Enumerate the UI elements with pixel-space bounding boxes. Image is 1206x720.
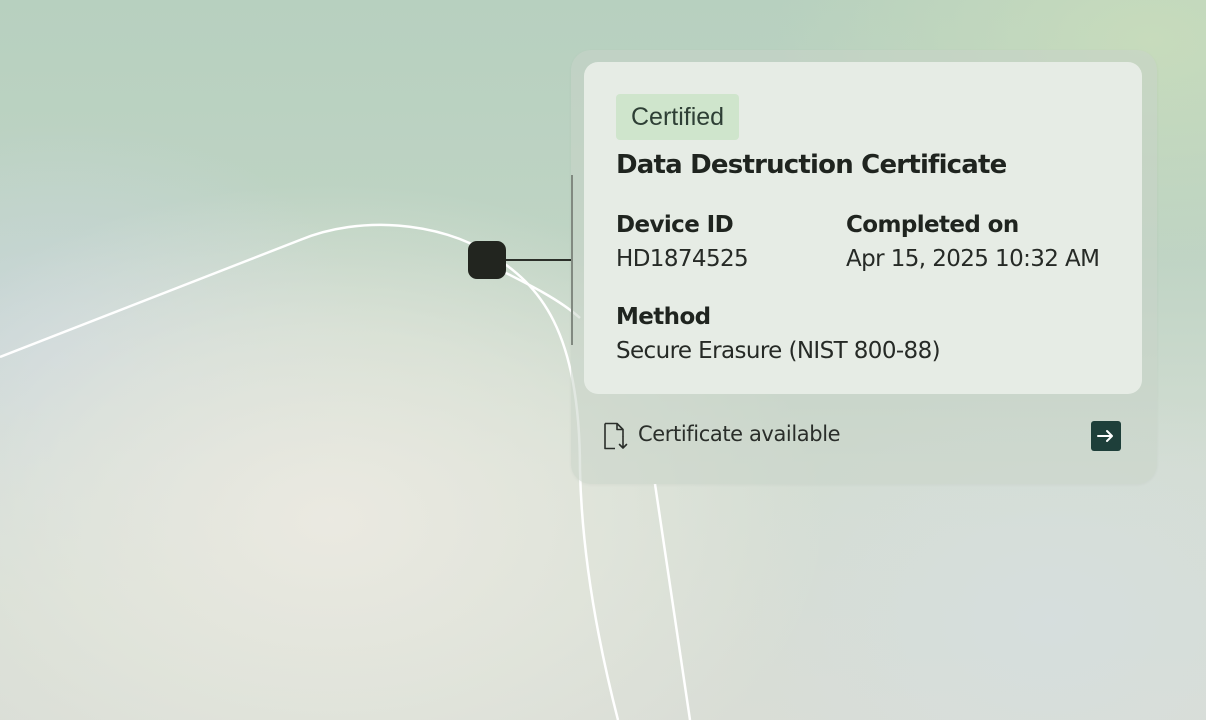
background-canvas: Certified Data Destruction Certificate D… [0, 0, 1206, 720]
status-badge: Certified [616, 94, 740, 140]
completed-on-value: Apr 15, 2025 10:32 AM [846, 246, 1100, 272]
device-id-value: HD1874525 [616, 246, 749, 272]
certificate-title: Data Destruction Certificate [616, 150, 1007, 180]
white-curve-left [0, 223, 620, 720]
white-curve-right [499, 268, 581, 319]
file-download-icon [603, 422, 629, 450]
certificate-available-text: Certificate available [638, 422, 841, 446]
open-certificate-button[interactable] [1091, 421, 1121, 451]
method-label: Method [616, 304, 711, 330]
completed-on-label: Completed on [846, 212, 1019, 238]
method-value: Secure Erasure (NIST 800-88) [616, 338, 941, 364]
arrow-right-icon [1097, 430, 1113, 442]
device-id-label: Device ID [616, 212, 734, 238]
white-line-lower [653, 483, 692, 720]
connector-node [468, 241, 506, 279]
